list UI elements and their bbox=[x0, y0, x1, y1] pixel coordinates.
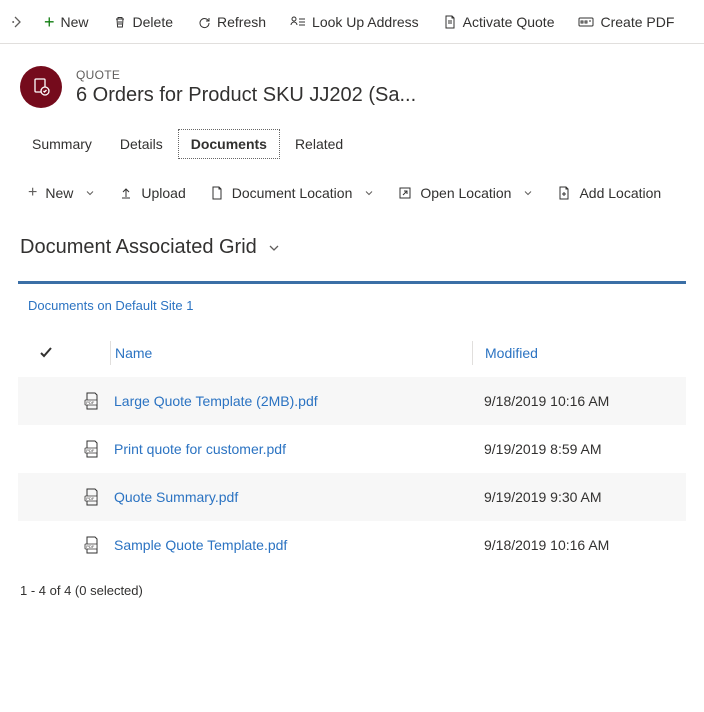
lookup-address-label: Look Up Address bbox=[312, 14, 419, 30]
document-icon bbox=[443, 15, 457, 29]
modified-cell: 9/18/2019 10:16 AM bbox=[484, 393, 609, 409]
add-location-button[interactable]: Add Location bbox=[549, 179, 669, 207]
table-row[interactable]: PDF Large Quote Template (2MB).pdf 9/18/… bbox=[18, 377, 686, 425]
doc-new-label: New bbox=[45, 185, 73, 201]
chevron-down-icon bbox=[85, 188, 95, 198]
svg-text:PDF: PDF bbox=[86, 448, 95, 453]
refresh-icon bbox=[197, 15, 211, 29]
table-row[interactable]: PDF Print quote for customer.pdf 9/19/20… bbox=[18, 425, 686, 473]
check-icon bbox=[38, 345, 54, 361]
pdf-file-icon: PDF bbox=[84, 488, 100, 506]
chevron-right-icon bbox=[10, 15, 24, 29]
file-link[interactable]: Sample Quote Template.pdf bbox=[114, 537, 287, 553]
file-link[interactable]: Large Quote Template (2MB).pdf bbox=[114, 393, 318, 409]
pdf-icon bbox=[578, 15, 594, 29]
tab-related[interactable]: Related bbox=[281, 128, 357, 160]
open-location-button[interactable]: Open Location bbox=[390, 179, 541, 207]
upload-icon bbox=[119, 186, 133, 200]
add-location-label: Add Location bbox=[579, 185, 661, 201]
file-link[interactable]: Quote Summary.pdf bbox=[114, 489, 238, 505]
quote-entity-icon bbox=[31, 77, 51, 97]
modified-cell: 9/19/2019 9:30 AM bbox=[484, 489, 602, 505]
svg-text:PDF: PDF bbox=[86, 400, 95, 405]
column-header-modified[interactable]: Modified bbox=[485, 345, 538, 361]
avatar bbox=[20, 66, 62, 108]
trash-icon bbox=[113, 15, 127, 29]
svg-text:PDF: PDF bbox=[86, 496, 95, 501]
pdf-file-icon: PDF bbox=[84, 440, 100, 458]
record-header: QUOTE 6 Orders for Product SKU JJ202 (Sa… bbox=[0, 44, 704, 118]
modified-cell: 9/19/2019 8:59 AM bbox=[484, 441, 602, 457]
add-location-icon bbox=[557, 186, 571, 200]
record-title: 6 Orders for Product SKU JJ202 (Sa... bbox=[76, 84, 416, 107]
table-row[interactable]: PDF Sample Quote Template.pdf 9/18/2019 … bbox=[18, 521, 686, 569]
pdf-file-icon: PDF bbox=[84, 392, 100, 410]
address-icon bbox=[290, 15, 306, 29]
grid-title: Document Associated Grid bbox=[20, 236, 257, 259]
open-location-label: Open Location bbox=[420, 185, 511, 201]
site-link[interactable]: Documents on Default Site 1 bbox=[18, 284, 686, 329]
pdf-file-icon: PDF bbox=[84, 536, 100, 554]
new-button[interactable]: + New bbox=[34, 2, 99, 42]
tab-details[interactable]: Details bbox=[106, 128, 177, 160]
new-label: New bbox=[61, 14, 89, 30]
header-text: QUOTE 6 Orders for Product SKU JJ202 (Sa… bbox=[76, 68, 416, 107]
chevron-down-icon bbox=[364, 188, 374, 198]
svg-text:PDF: PDF bbox=[86, 544, 95, 549]
delete-label: Delete bbox=[133, 14, 173, 30]
modified-cell: 9/18/2019 10:16 AM bbox=[484, 537, 609, 553]
lookup-address-button[interactable]: Look Up Address bbox=[280, 2, 429, 42]
activate-quote-button[interactable]: Activate Quote bbox=[433, 2, 565, 42]
upload-button[interactable]: Upload bbox=[111, 179, 193, 207]
document-location-icon bbox=[210, 186, 224, 200]
refresh-button[interactable]: Refresh bbox=[187, 2, 276, 42]
delete-button[interactable]: Delete bbox=[103, 2, 183, 42]
table-row[interactable]: PDF Quote Summary.pdf 9/19/2019 9:30 AM bbox=[18, 473, 686, 521]
tabs: Summary Details Documents Related bbox=[0, 118, 704, 160]
activate-quote-label: Activate Quote bbox=[463, 14, 555, 30]
grid-footer-status: 1 - 4 of 4 (0 selected) bbox=[0, 569, 704, 612]
document-location-button[interactable]: Document Location bbox=[202, 179, 383, 207]
open-location-icon bbox=[398, 186, 412, 200]
create-pdf-button[interactable]: Create PDF bbox=[568, 2, 684, 42]
grid-title-row: Document Associated Grid bbox=[0, 220, 704, 281]
chevron-down-icon[interactable] bbox=[267, 241, 281, 255]
file-link[interactable]: Print quote for customer.pdf bbox=[114, 441, 286, 457]
doc-new-button[interactable]: + New bbox=[20, 178, 103, 208]
tab-documents[interactable]: Documents bbox=[177, 128, 281, 160]
select-all-column[interactable] bbox=[18, 345, 74, 361]
create-pdf-label: Create PDF bbox=[600, 14, 674, 30]
document-toolbar: + New Upload Document Location Open Loca… bbox=[0, 160, 704, 220]
upload-label: Upload bbox=[141, 185, 185, 201]
plus-icon: + bbox=[28, 184, 37, 202]
plus-icon: + bbox=[44, 13, 55, 31]
document-location-label: Document Location bbox=[232, 185, 353, 201]
entity-label: QUOTE bbox=[76, 68, 416, 82]
global-command-bar: + New Delete Refresh Look Up Address Act… bbox=[0, 0, 704, 44]
refresh-label: Refresh bbox=[217, 14, 266, 30]
tab-summary[interactable]: Summary bbox=[18, 128, 106, 160]
site-map-toggle[interactable] bbox=[4, 2, 30, 42]
column-header-name[interactable]: Name bbox=[115, 345, 152, 361]
chevron-down-icon bbox=[523, 188, 533, 198]
grid-header: Name Modified bbox=[18, 329, 686, 377]
document-grid: Documents on Default Site 1 Name Modifie… bbox=[18, 281, 686, 569]
